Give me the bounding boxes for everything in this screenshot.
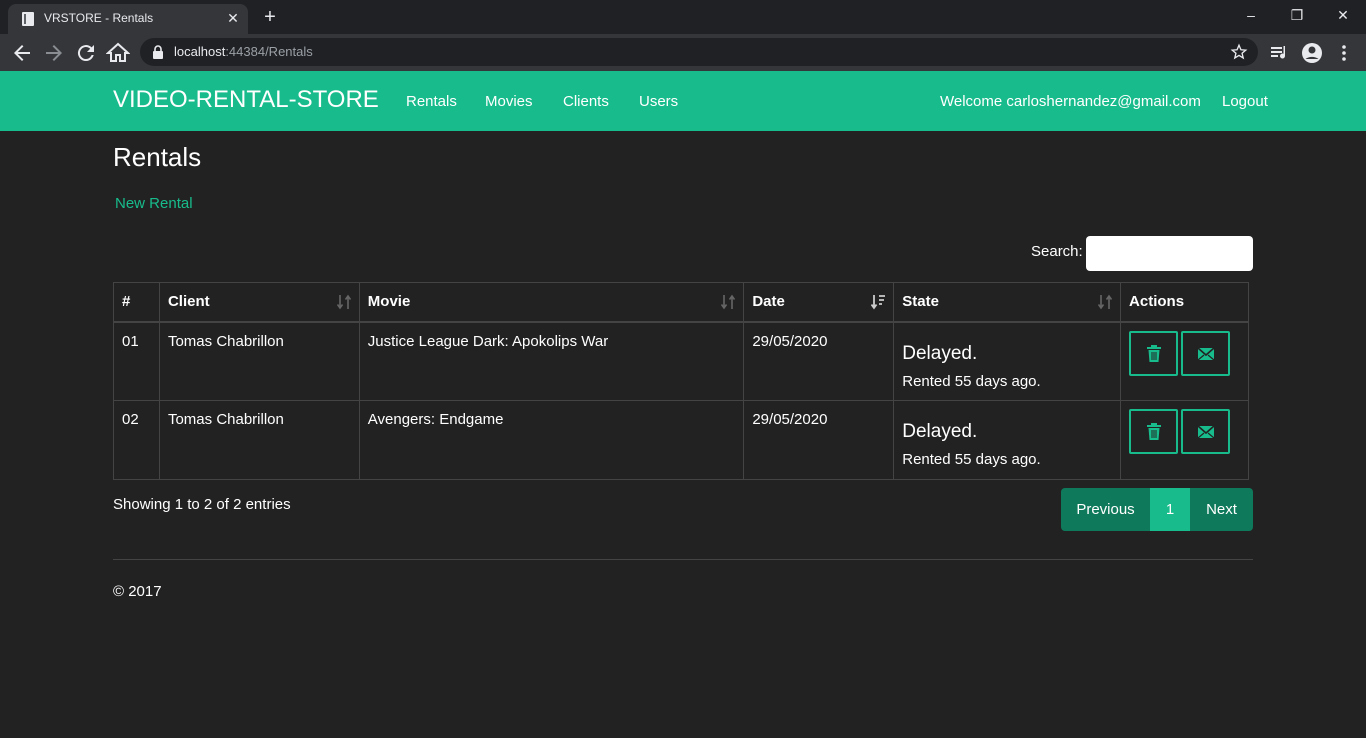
- footer-divider: [113, 559, 1253, 560]
- column-header-actions: Actions: [1120, 282, 1249, 323]
- nav-link-clients[interactable]: Clients: [563, 93, 609, 110]
- page-1-button[interactable]: 1: [1150, 488, 1190, 531]
- delete-button[interactable]: [1129, 409, 1179, 454]
- column-header-state[interactable]: State: [893, 282, 1122, 323]
- bookmark-star-icon[interactable]: [1230, 43, 1248, 61]
- cell-date: 29/05/2020: [743, 321, 895, 401]
- trash-icon: [1147, 344, 1162, 362]
- envelope-icon: [1197, 346, 1215, 360]
- state-status: Delayed.: [902, 342, 978, 364]
- browser-tab[interactable]: VRSTORE - Rentals ✕: [8, 4, 248, 34]
- column-header-date-label: Date: [752, 293, 785, 310]
- cell-movie: Avengers: Endgame: [358, 400, 745, 480]
- column-header-state-label: State: [902, 293, 939, 310]
- url-host: localhost: [174, 44, 226, 59]
- home-icon[interactable]: [106, 41, 130, 65]
- table-row: 01 Tomas Chabrillon Justice League Dark:…: [113, 321, 1249, 401]
- nav-link-rentals[interactable]: Rentals: [406, 93, 457, 110]
- state-detail: Rented 55 days ago.: [902, 451, 1041, 468]
- media-queue-icon[interactable]: [1269, 42, 1291, 64]
- cell-number: 01: [113, 321, 160, 401]
- column-header-movie-label: Movie: [367, 293, 411, 310]
- state-detail: Rented 55 days ago.: [902, 372, 1041, 390]
- app-navbar: VIDEO-RENTAL-STORE Rentals Movies Client…: [0, 71, 1366, 131]
- close-window-button[interactable]: ✕: [1320, 0, 1366, 30]
- new-rental-link[interactable]: New Rental: [115, 195, 193, 212]
- footer-copyright: © 2017: [113, 583, 162, 600]
- sort-desc-icon: [871, 295, 886, 310]
- nav-link-movies[interactable]: Movies: [485, 93, 533, 110]
- table-info: Showing 1 to 2 of 2 entries: [113, 496, 291, 513]
- cell-state: Delayed. Rented 55 days ago.: [893, 400, 1122, 480]
- forward-arrow-icon[interactable]: [42, 41, 66, 65]
- sort-icon: [336, 294, 351, 310]
- tab-close-icon[interactable]: ✕: [224, 9, 242, 27]
- cell-client: Tomas Chabrillon: [158, 321, 360, 401]
- lock-icon: [153, 45, 163, 59]
- delete-button[interactable]: [1129, 330, 1179, 376]
- send-email-button[interactable]: [1181, 409, 1231, 454]
- cell-actions: [1120, 400, 1249, 480]
- column-header-number-label: #: [122, 293, 131, 310]
- column-header-actions-label: Actions: [1129, 293, 1185, 310]
- profile-avatar-icon[interactable]: [1301, 42, 1323, 64]
- column-header-movie[interactable]: Movie: [358, 282, 745, 323]
- cell-date: 29/05/2020: [743, 400, 895, 480]
- reload-icon[interactable]: [74, 41, 98, 65]
- column-header-client-label: Client: [167, 293, 210, 310]
- url-text: localhost:44384/Rentals: [174, 44, 313, 59]
- maximize-button[interactable]: ❐: [1274, 0, 1320, 30]
- pagination: Previous 1 Next: [1061, 488, 1253, 531]
- sort-icon: [721, 294, 736, 310]
- cell-state: Delayed. Rented 55 days ago.: [893, 321, 1122, 401]
- tab-title: VRSTORE - Rentals: [44, 11, 154, 25]
- table-row: 02 Tomas Chabrillon Avengers: Endgame 29…: [113, 400, 1249, 480]
- column-header-client[interactable]: Client: [158, 282, 360, 323]
- page-title: Rentals: [113, 142, 202, 172]
- cell-number: 02: [113, 400, 160, 480]
- browser-tab-bar: VRSTORE - Rentals ✕ + – ❐ ✕: [0, 0, 1366, 34]
- minimize-button[interactable]: –: [1228, 0, 1274, 30]
- browser-menu-icon[interactable]: [1333, 42, 1355, 64]
- welcome-user-link[interactable]: Welcome carloshernandez@gmail.com: [940, 93, 1201, 110]
- cell-client: Tomas Chabrillon: [158, 400, 360, 480]
- cell-actions: [1120, 321, 1249, 401]
- search-label: Search:: [1031, 243, 1083, 260]
- nav-link-users[interactable]: Users: [639, 93, 678, 110]
- send-email-button[interactable]: [1181, 330, 1231, 376]
- column-header-date[interactable]: Date: [743, 282, 895, 323]
- address-bar[interactable]: localhost:44384/Rentals: [140, 38, 1258, 66]
- browser-toolbar: localhost:44384/Rentals: [0, 34, 1366, 71]
- next-page-button[interactable]: Next: [1190, 488, 1253, 531]
- url-path: :44384/Rentals: [225, 44, 313, 59]
- rentals-table: # Client Movie Date State Actions 01 Tom…: [113, 282, 1249, 480]
- page-favicon-icon: [22, 12, 34, 26]
- logout-link[interactable]: Logout: [1222, 93, 1268, 110]
- envelope-icon: [1197, 425, 1215, 439]
- brand-logo[interactable]: VIDEO-RENTAL-STORE: [113, 86, 379, 114]
- sort-icon: [1098, 294, 1113, 310]
- table-header-row: # Client Movie Date State Actions: [113, 282, 1249, 323]
- state-status: Delayed.: [902, 421, 978, 442]
- cell-movie: Justice League Dark: Apokolips War: [358, 321, 745, 401]
- previous-page-button[interactable]: Previous: [1061, 488, 1150, 531]
- back-arrow-icon[interactable]: [10, 41, 34, 65]
- search-input[interactable]: [1086, 236, 1253, 271]
- new-tab-button[interactable]: +: [258, 6, 282, 28]
- trash-icon: [1147, 423, 1162, 440]
- column-header-number: #: [113, 282, 160, 323]
